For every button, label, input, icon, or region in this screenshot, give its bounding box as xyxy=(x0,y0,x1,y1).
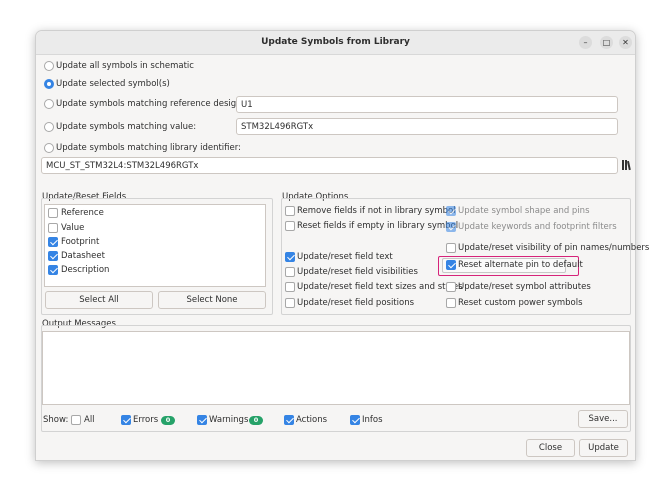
reset-field-positions-label: Update/reset field positions xyxy=(297,298,415,308)
warnings-count-badge: 0 xyxy=(249,416,263,425)
radio-match-value-label: Update symbols matching value: xyxy=(56,122,197,132)
field-description-checkbox[interactable] xyxy=(48,265,58,275)
update-shape-pins-checkbox[interactable] xyxy=(446,206,456,216)
radio-update-selected[interactable] xyxy=(44,79,54,89)
custom-power-label: Reset custom power symbols xyxy=(458,298,583,308)
show-all-checkbox[interactable] xyxy=(71,415,81,425)
show-actions-checkbox[interactable] xyxy=(284,415,294,425)
close-window-button[interactable]: ✕ xyxy=(619,36,632,49)
close-button[interactable]: Close xyxy=(526,439,575,457)
radio-match-reference[interactable] xyxy=(44,99,54,109)
show-warnings-checkbox[interactable] xyxy=(197,415,207,425)
custom-power-checkbox[interactable] xyxy=(446,298,456,308)
field-reference-label: Reference xyxy=(61,208,104,218)
lib-id-input[interactable]: MCU_ST_STM32L4:STM32L496RGTx xyxy=(41,157,618,174)
symbol-attributes-checkbox[interactable] xyxy=(446,282,456,292)
save-messages-button[interactable]: Save... xyxy=(578,410,628,428)
field-footprint-checkbox[interactable] xyxy=(48,237,58,247)
errors-count-badge: 0 xyxy=(161,416,175,425)
reset-field-text-checkbox[interactable] xyxy=(285,252,295,262)
reset-field-sizes-checkbox[interactable] xyxy=(285,282,295,292)
update-button[interactable]: Update xyxy=(579,439,628,457)
radio-match-value[interactable] xyxy=(44,122,54,132)
symbol-attributes-label: Update/reset symbol attributes xyxy=(458,282,591,292)
reset-field-text-label: Update/reset field text xyxy=(297,252,393,262)
maximize-button[interactable]: □ xyxy=(600,36,613,49)
show-infos-label: Infos xyxy=(362,415,383,425)
reset-empty-fields-checkbox[interactable] xyxy=(285,221,295,231)
fields-list: Reference Value Footprint Datasheet Desc… xyxy=(44,204,266,287)
output-messages-area[interactable] xyxy=(42,331,630,405)
reset-empty-fields-label: Reset fields if empty in library symbol xyxy=(297,221,459,231)
reset-alternate-pin-label: Reset alternate pin to default xyxy=(458,260,583,270)
update-keywords-checkbox[interactable] xyxy=(446,222,456,232)
show-infos-checkbox[interactable] xyxy=(350,415,360,425)
radio-update-all[interactable] xyxy=(44,61,54,71)
field-footprint-label: Footprint xyxy=(61,237,100,247)
remove-fields-label: Remove fields if not in library symbol xyxy=(297,206,456,216)
library-browser-icon[interactable] xyxy=(621,158,633,173)
show-label: Show: xyxy=(43,415,69,425)
update-shape-pins-label: Update symbol shape and pins xyxy=(458,206,590,216)
field-datasheet-label: Datasheet xyxy=(61,251,105,261)
reset-alternate-pin-checkbox[interactable] xyxy=(446,260,456,270)
radio-match-lib-id[interactable] xyxy=(44,143,54,153)
field-datasheet-checkbox[interactable] xyxy=(48,251,58,261)
field-description-label: Description xyxy=(61,265,110,275)
reference-designator-input[interactable]: U1 xyxy=(236,96,618,113)
show-errors-label: Errors xyxy=(133,415,159,425)
show-errors-checkbox[interactable] xyxy=(121,415,131,425)
show-warnings-label: Warnings xyxy=(209,415,249,425)
field-value-checkbox[interactable] xyxy=(48,223,58,233)
radio-update-selected-label: Update selected symbol(s) xyxy=(56,79,170,89)
reset-field-positions-checkbox[interactable] xyxy=(285,298,295,308)
minimize-button[interactable]: – xyxy=(579,36,592,49)
field-value-label: Value xyxy=(61,223,85,233)
books-icon xyxy=(622,160,631,171)
radio-match-reference-label: Update symbols matching reference design… xyxy=(56,99,262,109)
pin-visibility-label: Update/reset visibility of pin names/num… xyxy=(458,243,650,253)
update-keywords-label: Update keywords and footprint filters xyxy=(458,222,617,232)
radio-match-lib-id-label: Update symbols matching library identifi… xyxy=(56,143,241,153)
radio-update-all-label: Update all symbols in schematic xyxy=(56,61,194,71)
select-none-button[interactable]: Select None xyxy=(158,291,266,309)
reset-field-visibilities-checkbox[interactable] xyxy=(285,267,295,277)
field-reference-checkbox[interactable] xyxy=(48,208,58,218)
reset-field-visibilities-label: Update/reset field visibilities xyxy=(297,267,418,277)
dialog-window: Update Symbols from Library – □ ✕ Update… xyxy=(35,30,649,461)
dialog-title: Update Symbols from Library xyxy=(261,37,410,47)
pin-visibility-checkbox[interactable] xyxy=(446,243,456,253)
reset-field-sizes-label: Update/reset field text sizes and styles xyxy=(297,282,463,292)
select-all-button[interactable]: Select All xyxy=(45,291,153,309)
show-all-label: All xyxy=(84,415,95,425)
value-input[interactable]: STM32L496RGTx xyxy=(236,118,618,135)
title-bar: Update Symbols from Library – □ ✕ xyxy=(36,31,635,55)
remove-fields-checkbox[interactable] xyxy=(285,206,295,216)
show-actions-label: Actions xyxy=(296,415,328,425)
